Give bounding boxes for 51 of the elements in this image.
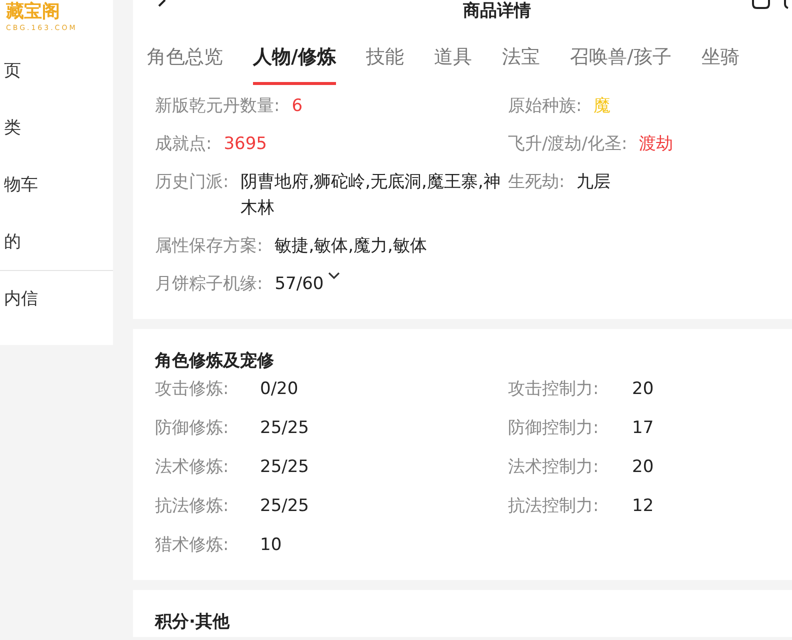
tab[interactable]: 角色总览 [147,44,223,85]
field-value: 57/60 [274,273,324,296]
field-label: 猎术修炼: [155,534,230,557]
field-label: 生死劫: [508,171,565,194]
chevron-down-icon[interactable] [326,271,341,281]
field-value: 25/25 [260,417,309,440]
field-label: 防御修炼: [155,417,230,440]
field-label: 法术控制力: [508,456,600,479]
field-value: 3695 [224,133,267,156]
field-label: 抗法修炼: [155,495,230,518]
field-label: 属性保存方案: [155,235,263,258]
field-value: 25/25 [260,456,309,479]
field-value: 20 [632,456,654,479]
field-label: 法术修炼: [155,456,230,479]
field-label: 原始种族: [508,95,582,118]
tab[interactable]: 人物/修炼 [253,44,336,85]
field-label: 抗法控制力: [508,495,600,518]
field-label: 飞升/渡劫/化圣: [508,133,628,156]
sidebar-item[interactable]: 类 [0,99,113,156]
field-label: 成就点: [155,133,212,156]
field-value: 6 [292,95,303,118]
field-value: 渡劫 [639,133,674,156]
section-title: 积分·其他 [155,611,231,634]
page-title: 商品详情 [463,2,531,20]
field-value: 九层 [576,171,611,194]
field-value: 阴曹地府,狮砣岭,无底洞,魔王寨,神木林 [240,171,502,220]
field-label: 攻击修炼: [155,378,230,401]
field-label: 月饼粽子机缘: [155,273,263,296]
field-value: 魔 [594,95,611,118]
tab[interactable]: 法宝 [502,44,540,85]
logo-name: 藏宝阁 [6,0,60,24]
field-label: 攻击控制力: [508,378,600,401]
field-value: 0/20 [260,378,298,401]
tab[interactable]: 道具 [434,44,472,85]
field-value: 25/25 [260,495,309,518]
section-title: 角色修炼及宠修 [155,350,275,373]
field-value: 20 [632,378,654,401]
field-value: 10 [260,534,282,557]
tab[interactable]: 技能 [366,44,404,85]
field-value: 12 [632,495,654,518]
field-label: 防御控制力: [508,417,600,440]
sidebar-item[interactable]: 页 [0,42,113,99]
sidebar-item[interactable]: 内信 [0,270,113,327]
sidebar-item[interactable]: 的 [0,213,113,270]
tab[interactable]: 召唤兽/孩子 [570,44,672,85]
field-value: 17 [632,417,654,440]
tab[interactable]: 坐骑 [701,44,740,85]
field-value: 敏捷,敏体,魔力,敏体 [274,235,427,258]
sidebar-item[interactable]: 物车 [0,156,113,213]
field-label: 历史门派: [155,171,229,194]
field-label: 新版乾元丹数量: [155,95,280,118]
